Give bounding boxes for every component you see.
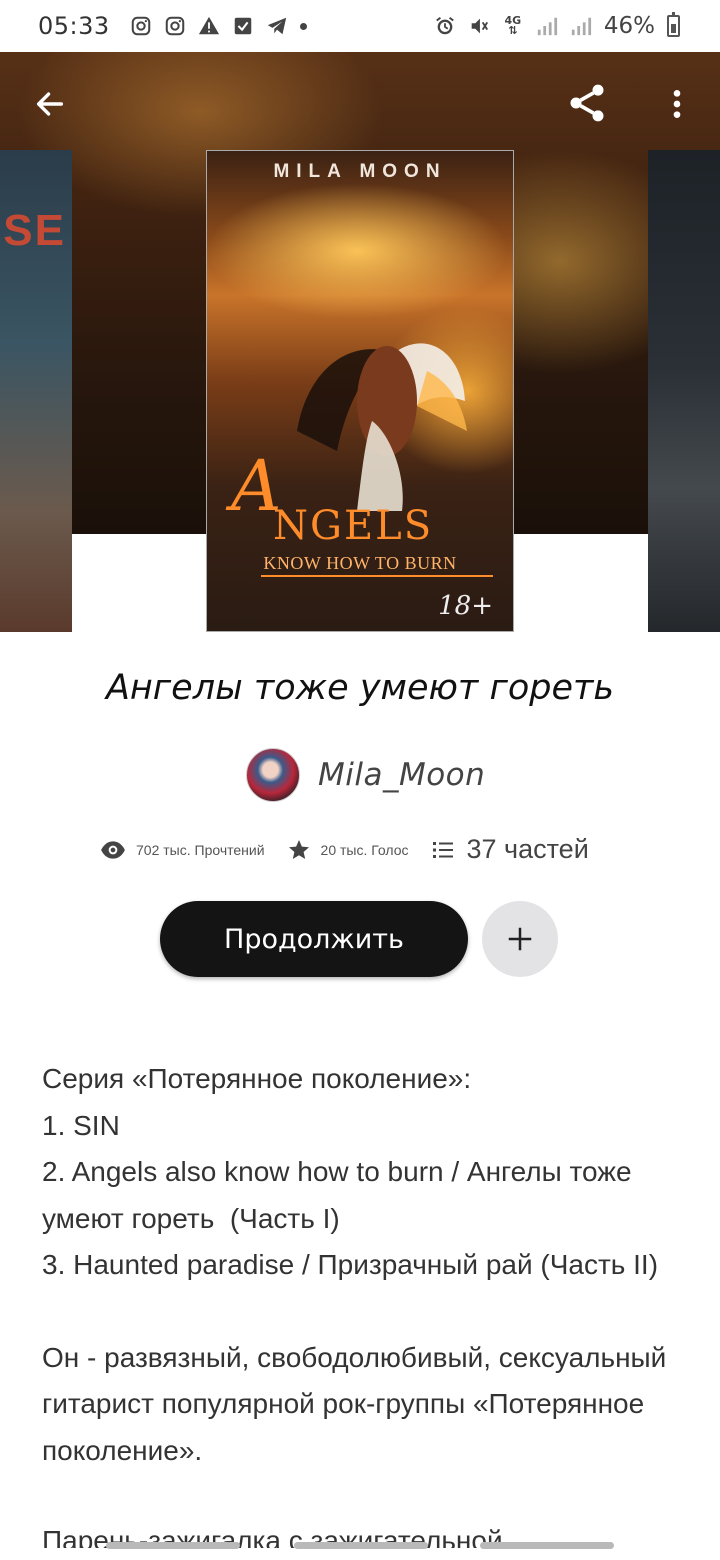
book-description: Серия «Потерянное поколение»: 1. SIN 2. … [42, 1056, 682, 1474]
warning-icon [198, 15, 220, 37]
previous-book-cover[interactable]: SE [0, 150, 72, 632]
instagram-icon [164, 15, 186, 37]
cover-author: MILA MOON [273, 161, 447, 182]
more-vertical-icon [673, 90, 681, 118]
status-right: 4G ⇅ 46% [434, 12, 680, 39]
description-line: Серия «Потерянное поколение»: [42, 1063, 472, 1094]
battery-percent: 46% [603, 13, 655, 39]
star-icon [287, 838, 311, 862]
book-stats: 702 тыс. Прочтений 20 тыс. Голос 37 част… [100, 834, 589, 865]
mobile-data-icon: 4G ⇅ [502, 15, 524, 37]
description-line: 1. SIN [42, 1109, 120, 1141]
cover-underline [261, 575, 493, 577]
more-options-button[interactable] [662, 82, 692, 126]
status-bar: 05:33 4G ⇅ 46% [0, 0, 720, 52]
nav-hint-left[interactable] [106, 1542, 240, 1549]
reads-count: 702 тыс. Прочтений [136, 841, 265, 858]
next-book-cover[interactable] [648, 150, 720, 632]
nav-hint-right[interactable] [480, 1542, 614, 1549]
continue-reading-button[interactable]: Продолжить [160, 901, 468, 977]
back-button[interactable] [28, 82, 72, 126]
cover-subtitle: KNOW HOW TO BURN [263, 553, 457, 573]
description-paragraph: Он - развязный, свободолюбивый, сексуаль… [42, 1341, 675, 1466]
list-icon [431, 838, 455, 862]
parts-count[interactable]: 37 частей [467, 834, 589, 865]
share-button[interactable] [562, 78, 612, 128]
battery-icon [667, 12, 680, 37]
add-to-library-button[interactable] [482, 901, 558, 977]
eye-icon [100, 837, 126, 863]
arrow-left-icon [36, 92, 64, 116]
reads-stat: 702 тыс. Прочтений [100, 837, 265, 863]
instagram-icon [130, 15, 152, 37]
previous-cover-text: SE [3, 206, 66, 255]
votes-count: 20 тыс. Голос [320, 841, 409, 858]
parts-stat[interactable]: 37 частей [431, 834, 589, 865]
signal-icon [570, 15, 592, 37]
author-name[interactable]: Mila_Moon [318, 757, 485, 793]
share-icon [570, 84, 604, 122]
data-arrows-icon: ⇅ [508, 24, 518, 37]
checkbox-icon [232, 15, 254, 37]
alarm-icon [434, 15, 456, 37]
description-line: 3. Haunted paradise / Призрачный рай (Ча… [42, 1249, 659, 1280]
signal-icon [536, 15, 558, 37]
book-cover[interactable]: MILA MOON A NGELS KNOW HOW TO BURN 18+ [206, 150, 514, 632]
cover-angel-illustration [297, 343, 467, 511]
book-title: Ангелы тоже умеют гореть [105, 668, 615, 708]
cover-title-word: NGELS [273, 503, 434, 549]
cover-age-rating: 18+ [438, 591, 493, 621]
status-left: 05:33 [38, 12, 307, 40]
nav-hint-center[interactable] [294, 1542, 428, 1549]
mute-icon [468, 15, 490, 37]
description-line: 2. Angels also know how to burn / Ангелы… [42, 1156, 640, 1234]
author-avatar[interactable] [246, 748, 300, 802]
author-link[interactable]: Mila_Moon [246, 748, 485, 802]
clock: 05:33 [38, 12, 110, 40]
more-notifications-dot [299, 22, 307, 30]
votes-stat: 20 тыс. Голос [287, 838, 409, 862]
plus-icon [508, 927, 532, 951]
telegram-icon [266, 15, 288, 37]
